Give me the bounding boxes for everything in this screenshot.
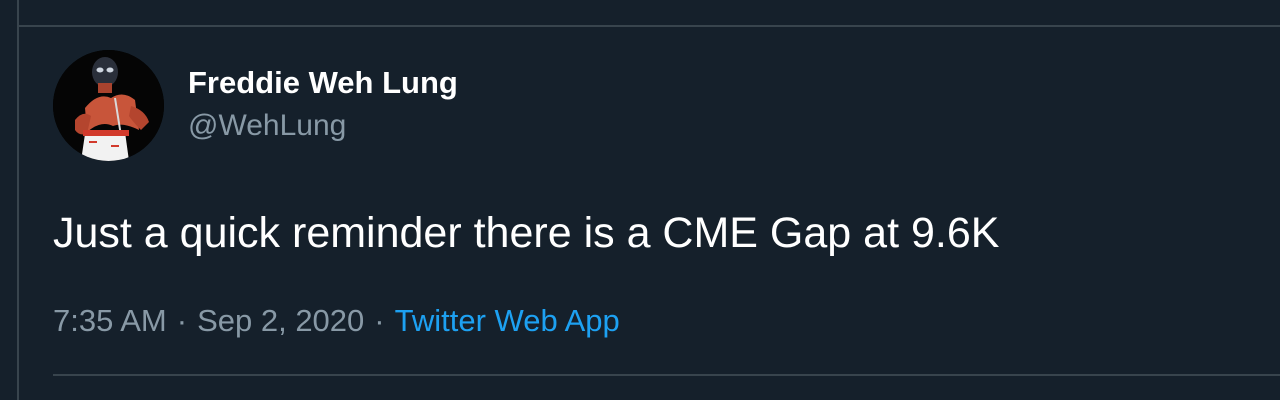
tweet-card[interactable]: Freddie Weh Lung @WehLung Just a quick r… <box>0 27 1280 374</box>
display-name[interactable]: Freddie Weh Lung <box>188 65 458 101</box>
user-info: Freddie Weh Lung @WehLung <box>188 65 458 144</box>
bottom-divider <box>53 374 1280 376</box>
tweet-time[interactable]: 7:35 AM <box>53 303 167 338</box>
avatar[interactable] <box>53 50 164 161</box>
tweet-date[interactable]: Sep 2, 2020 <box>197 303 364 338</box>
tweet-source-link[interactable]: Twitter Web App <box>395 303 620 338</box>
tweet-text: Just a quick reminder there is a CME Gap… <box>53 209 1000 257</box>
tweet-meta: 7:35 AM · Sep 2, 2020 · Twitter Web App <box>53 301 620 341</box>
meta-separator: · <box>176 303 188 338</box>
meta-separator: · <box>374 303 385 338</box>
tweet-page: Freddie Weh Lung @WehLung Just a quick r… <box>0 0 1280 400</box>
avatar-image <box>53 50 164 161</box>
user-handle[interactable]: @WehLung <box>188 108 458 144</box>
